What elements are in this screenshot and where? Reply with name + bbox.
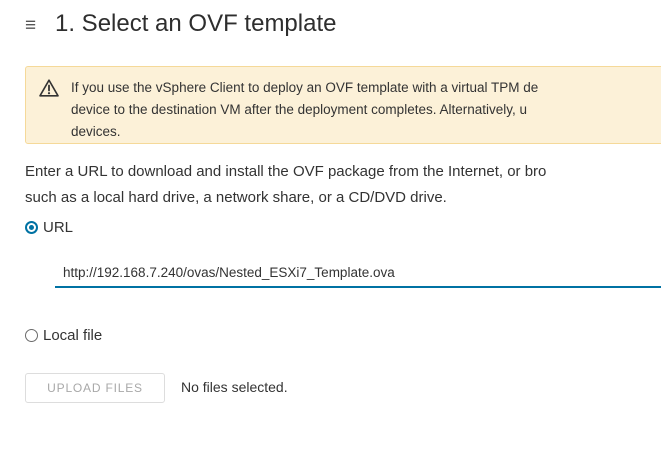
alert-line: If you use the vSphere Client to deploy … — [71, 80, 539, 95]
alert-line: devices. — [71, 124, 121, 139]
url-radio-label[interactable]: URL — [43, 219, 73, 236]
url-radio-button[interactable] — [25, 221, 38, 234]
upload-files-button[interactable]: UPLOAD FILES — [25, 373, 165, 403]
instructions-line: Enter a URL to download and install the … — [25, 163, 547, 180]
warning-alert: If you use the vSphere Client to deploy … — [25, 66, 661, 144]
warning-icon — [39, 79, 59, 97]
local-file-radio-option[interactable]: Local file — [25, 327, 102, 344]
alert-line: device to the destination VM after the d… — [71, 102, 528, 117]
local-file-radio-label[interactable]: Local file — [43, 327, 102, 344]
alert-message: If you use the vSphere Client to deploy … — [71, 77, 661, 143]
page-header: ≡ 1. Select an OVF template — [25, 8, 336, 40]
instructions-line: such as a local hard drive, a network sh… — [25, 189, 447, 206]
file-status-text: No files selected. — [181, 379, 288, 395]
instructions-text: Enter a URL to download and install the … — [25, 159, 661, 211]
url-input[interactable] — [55, 258, 661, 288]
page-title: 1. Select an OVF template — [55, 10, 337, 37]
url-radio-option[interactable]: URL — [25, 219, 73, 236]
ovf-template-page: ≡ 1. Select an OVF template If you use t… — [0, 0, 661, 465]
hamburger-icon[interactable]: ≡ — [25, 16, 43, 35]
local-file-radio-button[interactable] — [25, 329, 38, 342]
